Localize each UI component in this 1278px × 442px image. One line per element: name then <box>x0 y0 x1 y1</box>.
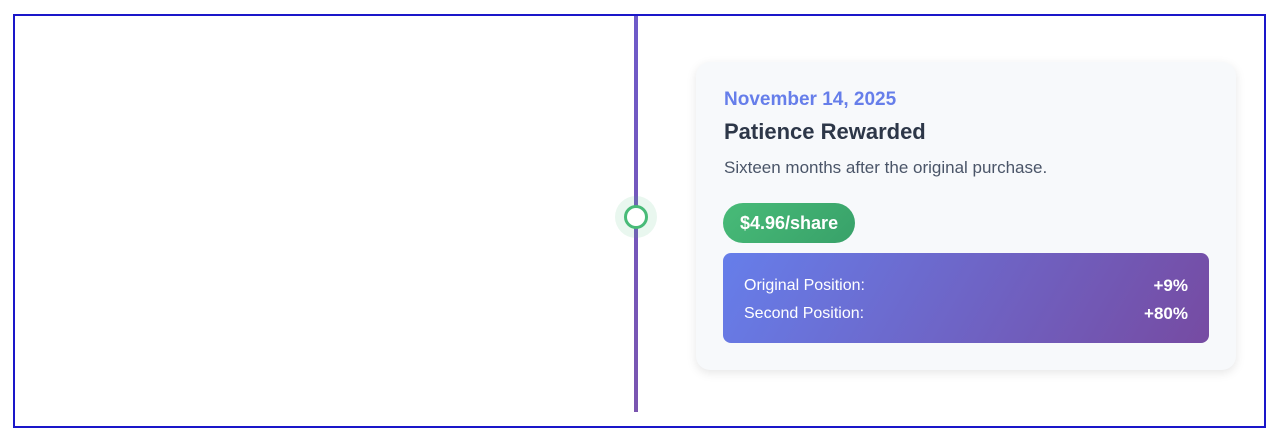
event-description: Sixteen months after the original purcha… <box>724 158 1048 177</box>
position-row-second: Second Position: +80% <box>744 300 1188 328</box>
timeline-marker-icon <box>624 205 648 229</box>
price-badge: $4.96/share <box>723 203 856 243</box>
position-value: +9% <box>1153 276 1189 295</box>
event-title: Patience Rewarded <box>724 119 926 144</box>
event-date: November 14, 2025 <box>724 89 897 110</box>
timeline-event-card: November 14, 2025 Patience Rewarded Sixt… <box>696 62 1236 370</box>
position-label: Second Position: <box>744 305 865 322</box>
positions-panel: Original Position: +9% Second Position: … <box>723 253 1209 343</box>
position-label: Original Position: <box>744 277 865 294</box>
timeline-frame: November 14, 2025 Patience Rewarded Sixt… <box>13 14 1266 428</box>
position-value: +80% <box>1144 304 1188 323</box>
position-row-original: Original Position: +9% <box>744 272 1188 300</box>
